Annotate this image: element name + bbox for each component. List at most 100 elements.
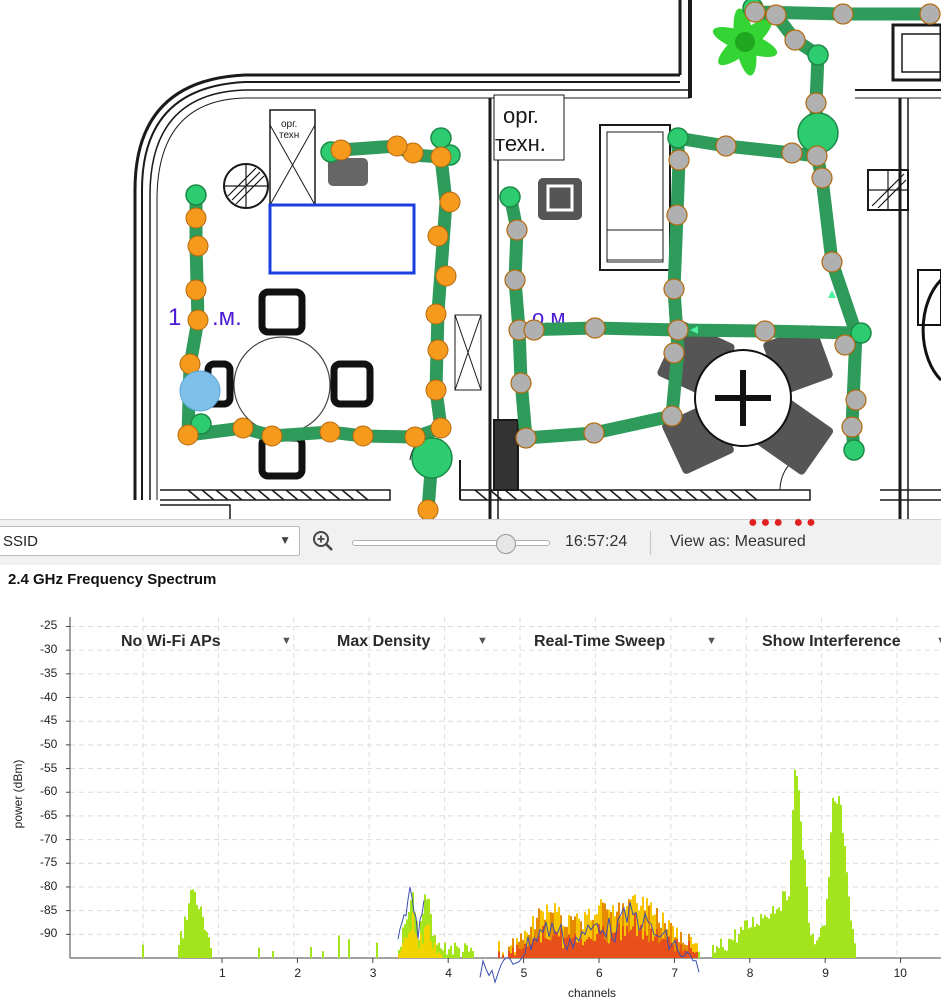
spectrum-bar-dense — [654, 936, 656, 958]
separator — [650, 531, 651, 555]
spectrum-bar — [838, 796, 840, 958]
spectrum-bar — [200, 906, 202, 958]
spectrum-bar-dense — [558, 936, 560, 958]
spectrum-bar-dense — [424, 927, 426, 958]
spectrum-bar — [822, 925, 824, 958]
spectrum-bar — [770, 913, 772, 958]
spectrum-bar — [714, 952, 716, 958]
spectrum-bar-dense — [610, 938, 612, 958]
spectrum-bar-dense — [540, 942, 542, 958]
spectrum-bar-dense — [620, 940, 622, 958]
spectrum-bar — [196, 904, 198, 958]
spectrum-bar-dense — [578, 942, 580, 958]
spectrum-bar — [800, 821, 802, 958]
spectrum-bar — [204, 930, 206, 958]
spectrum-bar — [760, 914, 762, 958]
spectrum-bar-dense — [612, 932, 614, 958]
spectrum-bar-dense — [592, 941, 594, 958]
spectrum-bar-dense — [682, 951, 684, 958]
time-slider[interactable] — [352, 534, 550, 554]
spectrum-bar — [806, 886, 808, 958]
dropdown-wifi-aps[interactable]: No Wi-Fi APs ▼ — [121, 633, 292, 651]
spectrum-bar-dense — [432, 948, 434, 958]
spectrum-bar — [820, 927, 822, 958]
spectrum-bar — [782, 891, 784, 958]
spectrum-bar-dense — [630, 929, 632, 958]
spectrum-bar-dense — [662, 938, 664, 958]
ssid-dropdown[interactable]: SSID ▼ — [0, 526, 300, 556]
spectrum-bar — [456, 946, 458, 958]
floor-plan-svg[interactable]: орг. техн орг. техн. 1 .м. о.м. — [0, 0, 941, 519]
spectrum-bar-dense — [642, 939, 644, 958]
spectrum-bar-dense — [632, 926, 634, 958]
spectrum-bar — [472, 951, 474, 958]
selected-zone[interactable] — [268, 203, 416, 275]
y-tick-label: -90 — [40, 926, 58, 941]
spectrum-chart[interactable] — [0, 565, 941, 1003]
dropdown-density[interactable]: Max Density ▼ — [337, 633, 488, 651]
x-tick-label: 4 — [445, 966, 452, 980]
x-axis-label: channels — [568, 986, 617, 1000]
dropdown-sweep[interactable]: Real-Time Sweep ▼ — [534, 633, 717, 651]
spectrum-bar-dense — [576, 942, 578, 958]
spectrum-bar-dense — [660, 940, 662, 958]
spectrum-bar — [190, 890, 192, 958]
dropdown-label: No Wi-Fi APs — [121, 633, 221, 650]
spectrum-bar-dense — [406, 937, 408, 958]
hatch-area — [187, 489, 758, 501]
view-as-selector[interactable]: View as: Measured — [670, 533, 806, 551]
spectrum-bar-dense — [650, 928, 652, 958]
room-label-large: орг. — [503, 103, 539, 128]
spectrum-bar-dense — [688, 941, 690, 958]
spectrum-bar-dense — [590, 938, 592, 958]
spectrum-bar-dense — [604, 939, 606, 958]
spectrum-bar-dense — [596, 934, 598, 958]
spectrum-bar — [180, 931, 182, 958]
spectrum-bar — [818, 937, 820, 958]
spectrum-bar — [194, 891, 196, 958]
zoom-in-icon[interactable] — [312, 530, 334, 552]
spectrum-bar-dense — [656, 928, 658, 958]
spectrum-bar — [854, 943, 856, 958]
spectrum-bar-dense — [560, 928, 562, 958]
spectrum-bar-dense — [436, 953, 438, 958]
round-table — [233, 336, 331, 434]
spectrum-bar — [462, 951, 464, 958]
spectrum-bar — [698, 951, 700, 958]
spectrum-bar-dense — [646, 935, 648, 958]
spectrum-bar-dense — [398, 954, 400, 958]
spectrum-bar-dense — [440, 954, 442, 958]
spectrum-bar-dense — [502, 954, 504, 958]
spectrum-bar — [828, 877, 830, 958]
spectrum-bar — [790, 860, 792, 958]
chevron-down-icon: ▼ — [936, 635, 941, 647]
slider-thumb[interactable] — [496, 534, 517, 554]
slider-track[interactable] — [352, 540, 550, 546]
y-tick-label: -85 — [40, 902, 58, 917]
y-tick-label: -35 — [40, 665, 58, 680]
spectrum-bar — [810, 935, 812, 958]
spectrum-bar-dense — [672, 944, 674, 958]
spectrum-bar — [840, 804, 842, 958]
dropdown-interference[interactable]: Show Interference ▼ — [762, 633, 941, 651]
spectrum-bar — [832, 797, 834, 958]
spectrum-bar — [720, 938, 722, 958]
floor-plan-map[interactable]: орг. техн орг. техн. 1 .м. о.м. — [0, 0, 941, 519]
spectrum-bar-dense — [696, 951, 698, 958]
spectrum-bar — [188, 903, 190, 958]
spectrum-bar-dense — [512, 947, 514, 958]
spectrum-bar — [734, 929, 736, 958]
spectrum-bar — [442, 950, 444, 958]
x-tick-label: 5 — [520, 966, 528, 980]
spectrum-bar — [772, 905, 774, 958]
spectrum-bar — [784, 891, 786, 958]
y-axis-label: power (dBm) — [11, 759, 25, 829]
spectrum-bar-dense — [594, 940, 596, 958]
y-tick-label: -30 — [40, 642, 58, 657]
spectrum-bar — [842, 832, 844, 958]
spectrum-bar — [448, 949, 450, 958]
y-tick-label: -50 — [40, 736, 58, 751]
spectrum-bar — [450, 945, 452, 958]
spectrum-bar-dense — [538, 936, 540, 958]
current-position-marker[interactable] — [179, 370, 221, 412]
